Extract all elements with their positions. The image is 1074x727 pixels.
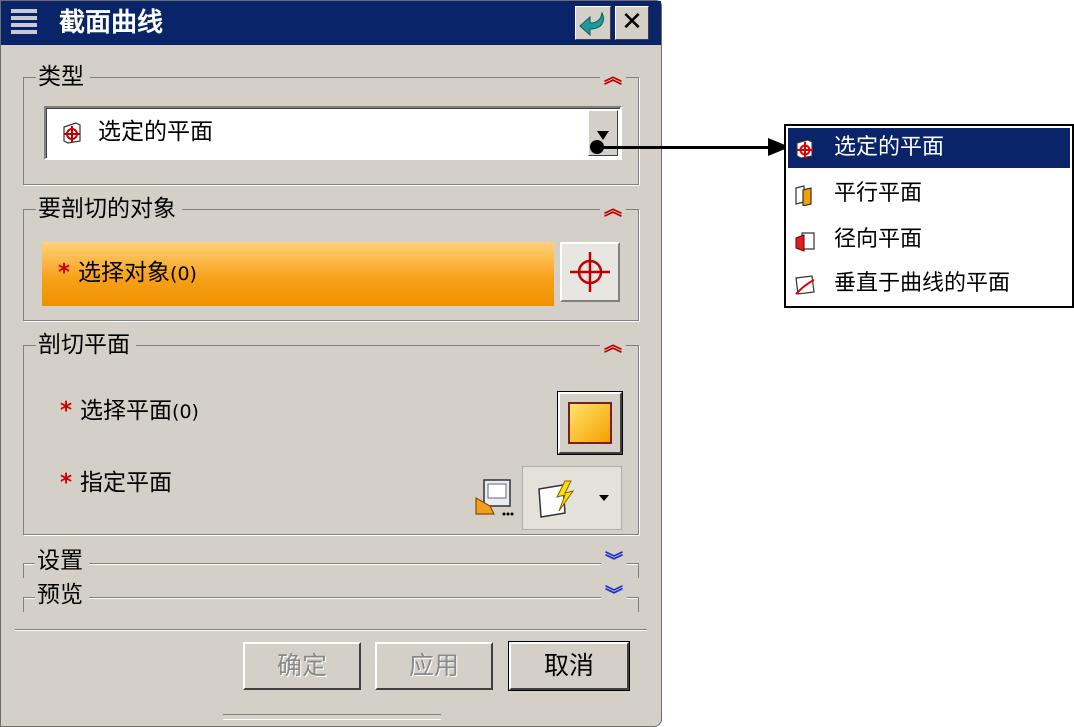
required-star-icon: *	[60, 398, 73, 424]
dropdown-option-radial-plane[interactable]: 径向平面	[788, 220, 1070, 260]
select-object-bar[interactable]: * 选择对象(0)	[42, 242, 554, 306]
expand-down-icon[interactable]: ︾	[601, 552, 627, 572]
select-plane-button[interactable]	[557, 391, 623, 455]
crosshair-select-button[interactable]	[560, 242, 620, 302]
settings-group-label: 设置	[35, 546, 89, 576]
plane-icon	[568, 402, 612, 444]
callout-arrow-line	[600, 146, 772, 149]
selected-plane-icon	[796, 139, 813, 159]
dialog-title: 截面曲线	[59, 8, 164, 38]
back-button[interactable]	[575, 6, 611, 40]
expand-down-icon[interactable]: ︾	[601, 586, 627, 606]
preview-group[interactable]: 预览 ︾	[23, 580, 639, 612]
crosshair-icon	[570, 252, 610, 292]
select-plane-count: (0)	[172, 401, 199, 423]
type-dropdown-list: 选定的平面 平行平面 径向平面 垂直于曲线的平面	[784, 124, 1074, 308]
objects-group: 要剖切的对象 ︽ * 选择对象(0)	[23, 194, 639, 321]
menu-icon[interactable]	[11, 9, 37, 35]
select-object-label: * 选择对象(0)	[58, 260, 197, 286]
plane-dialog-button[interactable]	[472, 476, 516, 520]
back-arrow-icon	[579, 11, 604, 37]
close-button[interactable]: ✕	[615, 6, 649, 40]
type-combobox[interactable]: 选定的平面	[44, 106, 622, 160]
dropdown-option-perpendicular-plane[interactable]: 垂直于曲线的平面	[788, 264, 1070, 304]
ok-button[interactable]: 确定	[243, 642, 361, 690]
selected-plane-icon	[63, 122, 81, 144]
specify-plane-label: * 指定平面	[60, 470, 173, 496]
resize-grip[interactable]	[223, 714, 441, 720]
apply-button[interactable]: 应用	[375, 642, 493, 690]
button-separator	[15, 629, 647, 631]
preview-group-label: 预览	[35, 580, 89, 610]
cancel-button[interactable]: 取消	[508, 641, 630, 691]
type-group: 类型 ︽ 选定的平面	[23, 62, 639, 185]
select-object-count: (0)	[170, 263, 197, 285]
objects-group-label: 要剖切的对象	[36, 194, 182, 224]
type-selected-value: 选定的平面	[98, 119, 213, 145]
dropdown-option-selected-plane[interactable]: 选定的平面	[788, 128, 1070, 168]
section-curve-dialog: 截面曲线 ✕ 类型 ︽ 选定的平面 要剖切的对象 ︽ * 选择对象(0) 剖切平…	[0, 0, 662, 727]
required-star-icon: *	[60, 470, 73, 496]
collapse-up-icon[interactable]: ︽	[600, 68, 626, 88]
required-star-icon: *	[58, 260, 71, 286]
type-group-label: 类型	[36, 62, 90, 92]
select-plane-label: * 选择平面(0)	[60, 398, 199, 424]
settings-group[interactable]: 设置 ︾	[23, 546, 639, 578]
perpendicular-plane-icon	[795, 275, 815, 295]
plane-dialog-icon	[475, 479, 514, 516]
collapse-up-icon[interactable]: ︽	[600, 200, 626, 220]
parallel-plane-icon	[795, 185, 812, 206]
title-bar[interactable]: 截面曲线 ✕	[1, 1, 661, 45]
cut-plane-group: 剖切平面 ︽ * 选择平面(0) * 指定平面	[23, 330, 639, 535]
chevron-down-icon	[599, 495, 609, 501]
dropdown-option-parallel-plane[interactable]: 平行平面	[788, 174, 1070, 214]
collapse-up-icon[interactable]: ︽	[600, 336, 626, 356]
close-icon: ✕	[621, 7, 643, 37]
inferred-plane-icon	[538, 480, 575, 518]
cut-plane-group-label: 剖切平面	[36, 330, 136, 360]
specify-plane-dropdown[interactable]	[522, 466, 622, 530]
radial-plane-icon	[795, 232, 815, 252]
